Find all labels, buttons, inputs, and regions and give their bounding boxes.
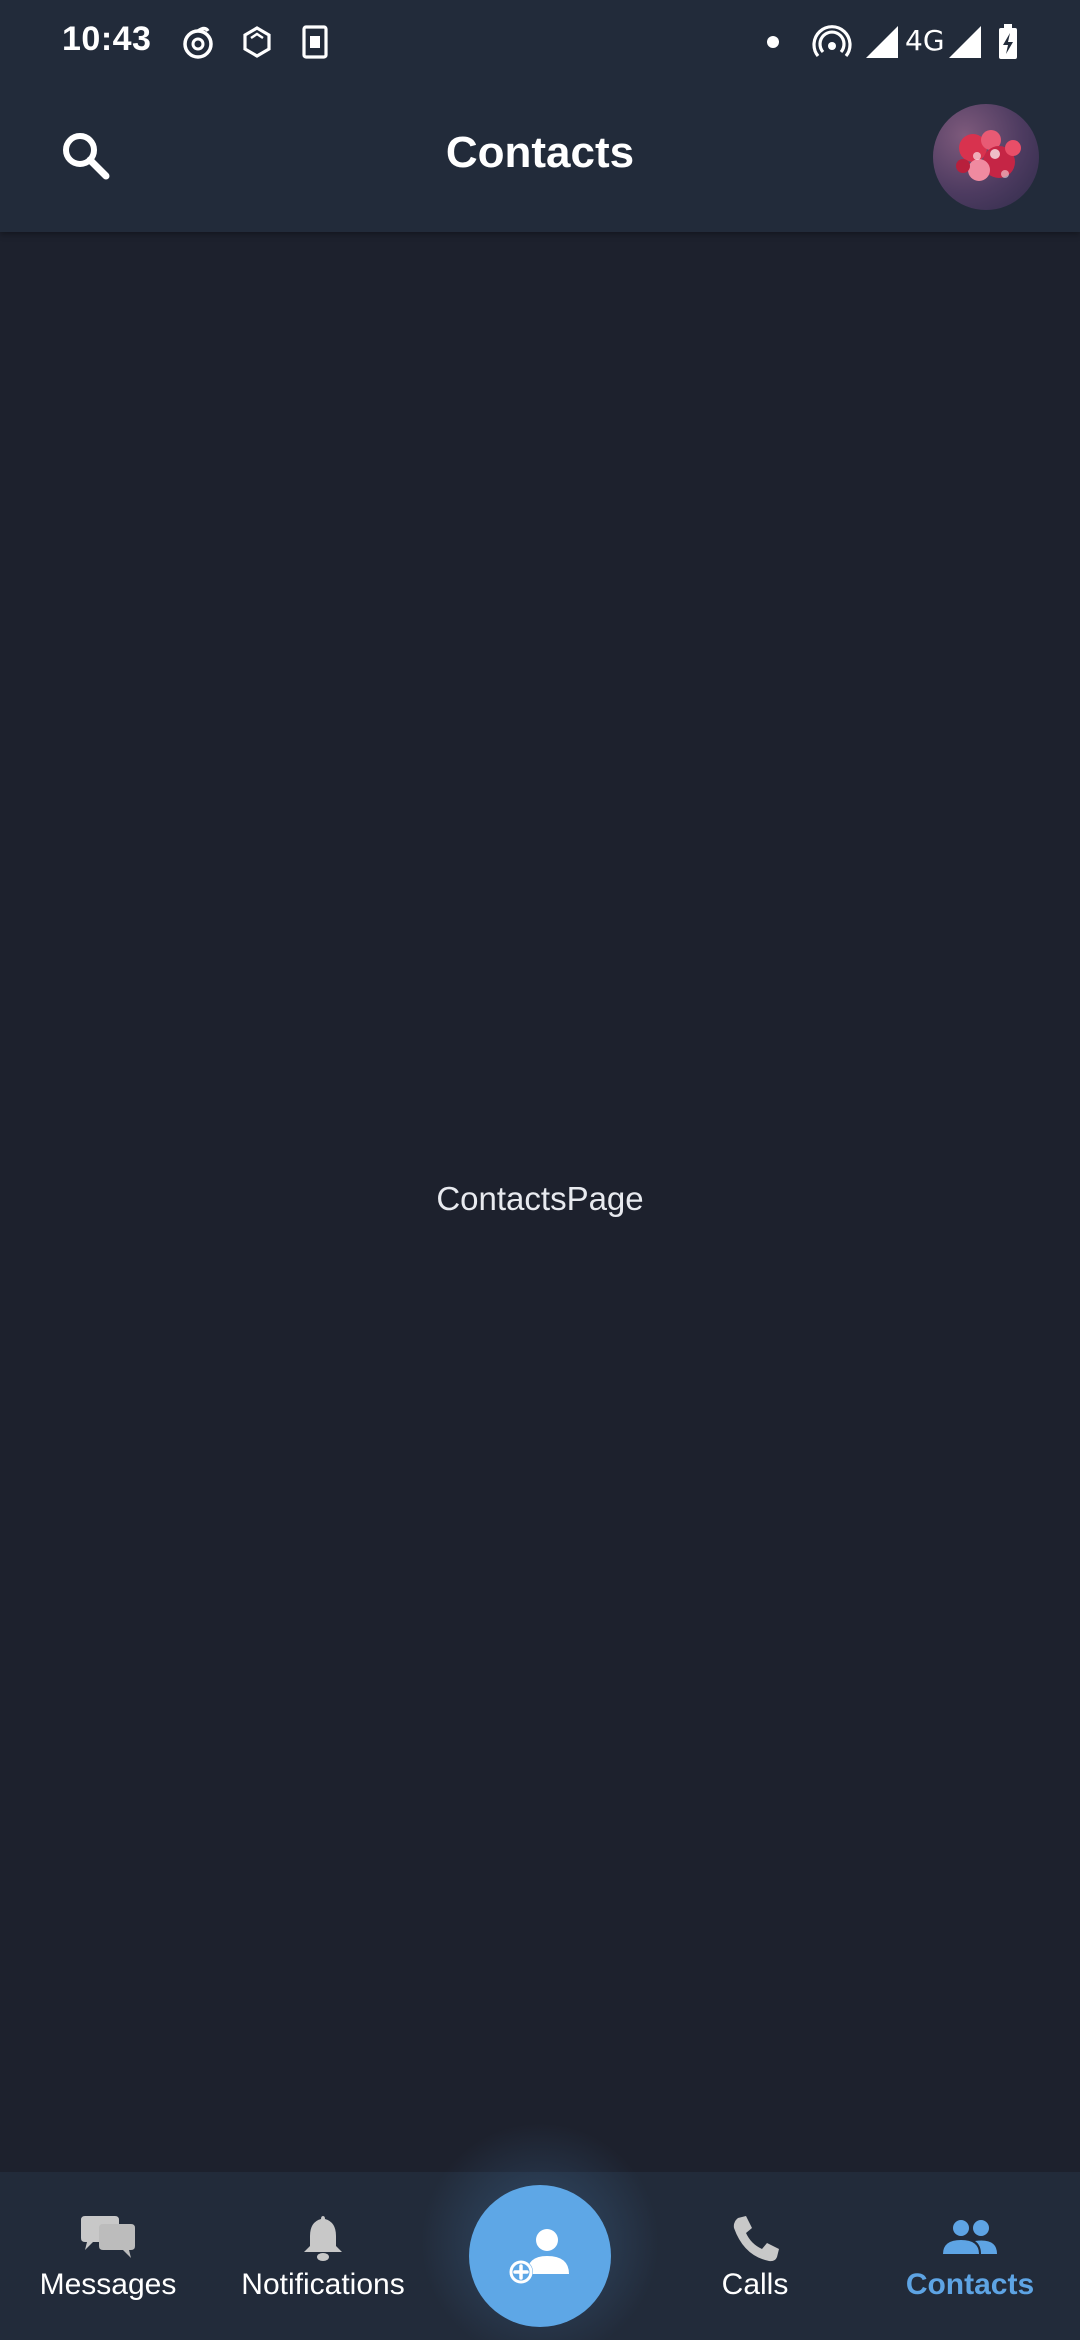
add-contact-button[interactable]	[469, 2185, 611, 2327]
profile-avatar[interactable]	[933, 104, 1039, 210]
dot-icon	[753, 22, 793, 62]
top-bar: 10:43 4G Contacts	[0, 0, 1080, 232]
battery-charging-icon	[988, 22, 1028, 62]
signal-icon	[862, 22, 902, 62]
add-contact-icon	[509, 2229, 569, 2284]
nav-label-messages: Messages	[39, 2268, 177, 2301]
page-title: Contacts	[445, 128, 635, 177]
status-bar: 10:43 4G	[0, 0, 1080, 84]
main-content: ContactsPage	[0, 232, 1080, 2172]
people-icon	[941, 2214, 999, 2264]
contacts-screen: 10:43 4G Contacts ContactsPage Messages …	[0, 0, 1080, 2340]
nav-label-calls: Calls	[721, 2268, 789, 2301]
signal-icon-2	[945, 22, 985, 62]
nav-messages[interactable]: Messages	[28, 2172, 188, 2340]
network-type: 4G	[905, 24, 945, 57]
nav-calls[interactable]: Calls	[680, 2172, 830, 2340]
nav-label-notifications: Notifications	[241, 2268, 405, 2301]
whirl-icon	[178, 22, 218, 62]
sim-card-icon	[295, 22, 335, 62]
hotspot-icon	[812, 22, 852, 62]
nav-label-contacts: Contacts	[905, 2268, 1035, 2301]
hexagon-icon	[237, 22, 277, 62]
app-bar: Contacts	[0, 84, 1080, 232]
contacts-page-placeholder: ContactsPage	[436, 1180, 644, 1217]
status-time: 10:43	[62, 20, 152, 58]
phone-icon	[726, 2214, 784, 2264]
chat-bubbles-icon	[79, 2214, 137, 2264]
nav-contacts[interactable]: Contacts	[890, 2172, 1050, 2340]
nav-notifications[interactable]: Notifications	[228, 2172, 418, 2340]
bell-icon	[294, 2214, 352, 2264]
